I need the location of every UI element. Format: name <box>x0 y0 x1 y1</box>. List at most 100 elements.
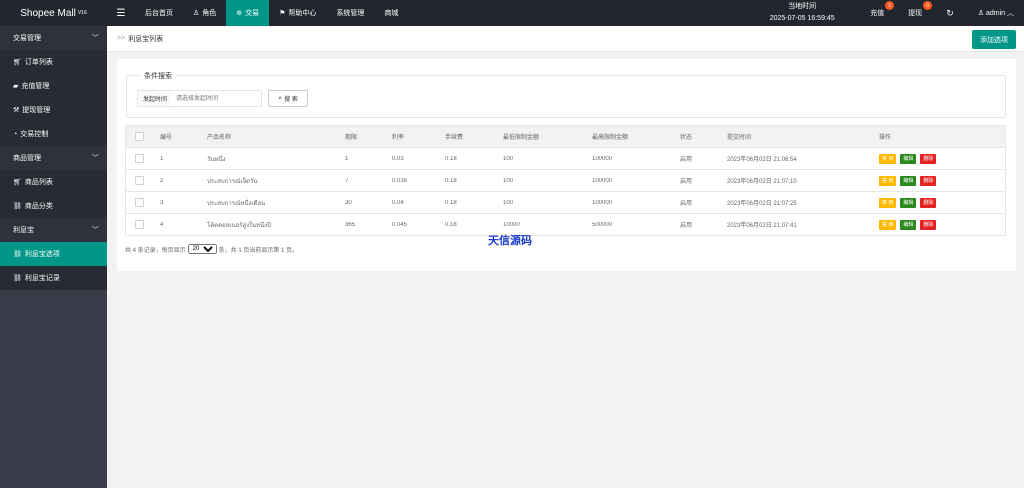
user-icon: ♙ <box>193 10 200 17</box>
chat-icon: ▰ <box>13 83 19 90</box>
select-all-checkbox[interactable] <box>135 132 144 141</box>
top-bar: Shopee Mall V16 ☰ 后台首页 ♙ 角色 ⊕ 交易 ⚑ 帮助中心 系统管理… <box>0 0 1024 26</box>
clock-value: 2025-07-05 16:59:45 <box>769 15 835 22</box>
nav-home[interactable]: 后台首页 <box>135 0 183 26</box>
cell-id: 2 <box>160 177 164 184</box>
row-checkbox[interactable] <box>135 154 144 163</box>
row-actions: 禁 用 编辑 删除 <box>879 219 999 230</box>
sidebar-item-label: 充值管理 <box>21 83 50 90</box>
col-status: 状态 <box>680 135 693 141</box>
cell-rate: 0.038 <box>392 177 408 184</box>
sidebar-group-goods[interactable]: 商品管理 ﹀ <box>0 146 107 170</box>
delete-button[interactable]: 删除 <box>920 197 937 208</box>
sidebar-item-interest-records[interactable]: ⛓︎ 利息宝记录 <box>0 266 107 290</box>
table-row: 3 ประสบการณ์หนึ่งเดือน 30 0.04 0.18 100 … <box>126 191 1005 213</box>
app-title: Shopee Mall <box>20 7 76 19</box>
cell-min: 100 <box>503 155 514 162</box>
row-checkbox[interactable] <box>135 220 144 229</box>
edit-button[interactable]: 编辑 <box>900 197 917 208</box>
cell-term: 1 <box>345 155 349 162</box>
data-table: 编号 产品名称 期限 利率 手续费 最低限制金额 最高限制金额 状态 提交时间 … <box>125 125 1006 236</box>
nav-mall-label: 商城 <box>384 10 399 17</box>
cell-max: 500000 <box>592 221 613 228</box>
cell-time: 2023年06月02日 21:07:10 <box>727 179 797 185</box>
local-clock: 当地时间 2025-07-05 16:59:45 <box>762 1 842 25</box>
sidebar-group-trade[interactable]: 交易管理 ﹀ <box>0 26 107 50</box>
sidebar-group-label: 交易管理 <box>13 35 41 42</box>
watermark: 天信源码 <box>488 235 532 247</box>
cart-icon: 🛒︎ <box>13 179 22 186</box>
search-button[interactable]: ⌕ 搜 索 <box>268 90 308 107</box>
nav-help[interactable]: ⚑ 帮助中心 <box>269 0 326 26</box>
hamburger-icon[interactable]: ☰ <box>107 0 135 26</box>
nav-role[interactable]: ♙ 角色 <box>183 0 226 26</box>
sidebar-group-interest[interactable]: 利息宝 ﹀ <box>0 218 107 242</box>
disable-button[interactable]: 禁 用 <box>879 219 897 230</box>
nav-trade[interactable]: ⊕ 交易 <box>226 0 270 26</box>
gauge-icon: ◔ <box>13 130 18 138</box>
search-field-label: 发起时间 <box>137 90 174 107</box>
sidebar-group-label: 利息宝 <box>13 227 34 234</box>
sidebar-item-withdraw[interactable]: ⚒︎ 提现管理 <box>0 98 107 122</box>
edit-button[interactable]: 编辑 <box>900 153 917 164</box>
cell-min: 100 <box>503 199 514 206</box>
sidebar-item-interest-options[interactable]: ⛓︎ 利息宝选项 <box>0 242 107 266</box>
date-input[interactable] <box>171 90 262 107</box>
nav-role-label: 角色 <box>202 10 217 17</box>
app-logo[interactable]: Shopee Mall V16 <box>0 0 107 26</box>
chevron-up-icon: ︿ <box>1005 10 1014 17</box>
withdraw-label: 提现 <box>908 10 923 17</box>
refresh-icon[interactable]: ↻ <box>934 8 966 19</box>
cell-fee: 0.18 <box>445 177 457 184</box>
disable-button[interactable]: 禁 用 <box>879 197 897 208</box>
sidebar-item-recharge[interactable]: ▰ 充值管理 <box>0 74 107 98</box>
delete-button[interactable]: 删除 <box>920 219 937 230</box>
row-actions: 禁 用 编辑 删除 <box>879 197 999 208</box>
page-size-select[interactable]: 20 <box>187 244 217 254</box>
cell-fee: 0.18 <box>445 199 457 206</box>
cell-name: ประสบการณ์เจ็ดวัน <box>207 178 258 185</box>
sidebar-item-trade-control[interactable]: ◔ 交易控制 <box>0 122 107 146</box>
cell-status: 启用 <box>680 179 693 185</box>
delete-button[interactable]: 删除 <box>920 153 937 164</box>
sidebar-item-goods-category[interactable]: ⛓︎ 商品分类 <box>0 194 107 218</box>
withdraw-link[interactable]: 提现 0 <box>896 0 934 26</box>
col-rate: 利率 <box>392 135 405 141</box>
delete-button[interactable]: 删除 <box>920 175 937 186</box>
main-panel: 条件搜索 发起时间 ⌕搜 索 编号 产品名称 期限 利率 手续费 最低限制金额 … <box>117 59 1016 271</box>
user-menu[interactable]: ♙ admin ︿ <box>966 8 1024 18</box>
user-name: admin <box>985 10 1006 17</box>
row-actions: 禁 用 编辑 删除 <box>879 153 999 164</box>
cell-term: 30 <box>345 199 352 206</box>
disable-button[interactable]: 禁 用 <box>879 153 897 164</box>
recharge-link[interactable]: 充值 2 <box>858 0 896 26</box>
link-icon: ⛓︎ <box>13 203 22 210</box>
row-actions: 禁 用 编辑 删除 <box>879 175 999 186</box>
col-term: 期限 <box>345 135 358 141</box>
sidebar-item-orders[interactable]: 🛒︎ 订单列表 <box>0 50 107 74</box>
cell-max: 100000 <box>592 155 613 162</box>
sidebar-item-label: 订单列表 <box>24 59 53 66</box>
cell-min: 10000 <box>503 221 520 228</box>
sidebar-item-goods-list[interactable]: 🛒︎ 商品列表 <box>0 170 107 194</box>
edit-button[interactable]: 编辑 <box>900 219 917 230</box>
top-nav: 后台首页 ♙ 角色 ⊕ 交易 ⚑ 帮助中心 系统管理 商城 <box>135 0 408 26</box>
cell-term: 365 <box>345 221 356 228</box>
cell-rate: 0.045 <box>392 221 408 228</box>
disable-button[interactable]: 禁 用 <box>879 175 897 186</box>
withdraw-badge: 0 <box>923 1 933 10</box>
row-checkbox[interactable] <box>135 198 144 207</box>
nav-system[interactable]: 系统管理 <box>326 0 374 26</box>
cell-min: 100 <box>503 177 514 184</box>
add-option-button[interactable]: 添加选项 <box>972 30 1016 49</box>
col-time: 提交时间 <box>727 135 752 141</box>
link-icon: ⛓︎ <box>13 275 22 282</box>
chevron-down-icon: ﹀ <box>92 227 99 234</box>
nav-mall[interactable]: 商城 <box>374 0 408 26</box>
pager-prefix: 共 4 条记录，每页显示 <box>125 247 186 254</box>
cell-rate: 0.04 <box>392 199 404 206</box>
pagination: 共 4 条记录，每页显示 20 条，共 1 页当前显示第 1 页。 <box>125 244 298 254</box>
edit-button[interactable]: 编辑 <box>900 175 917 186</box>
row-checkbox[interactable] <box>135 176 144 185</box>
app-version: V16 <box>77 10 87 16</box>
